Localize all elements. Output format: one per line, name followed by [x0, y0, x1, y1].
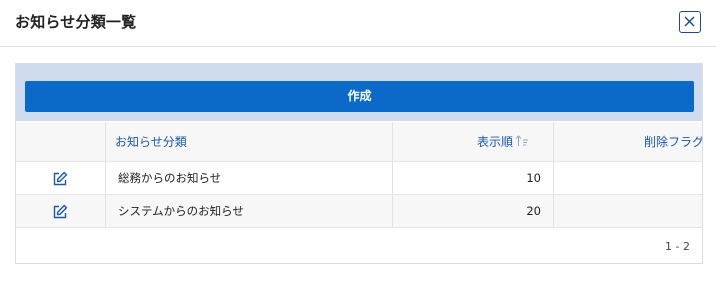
category-list-panel: 作成 お知らせ分類 表示順 削除フラグ 総務からのお知らせ 10 システムからの… [15, 63, 703, 264]
sort-ascending-icon [515, 135, 528, 146]
dialog-header: お知らせ分類一覧 [0, 0, 716, 47]
cell-delete-flag [554, 195, 702, 228]
column-divider [553, 122, 554, 228]
cell-delete-flag [554, 162, 702, 195]
edit-icon[interactable] [52, 204, 68, 220]
edit-icon[interactable] [52, 171, 68, 187]
cell-category: システムからのお知らせ [118, 204, 244, 218]
cell-order: 10 [526, 171, 541, 185]
table-row: システムからのお知らせ 20 [16, 195, 702, 228]
column-header-order-label: 表示順 [476, 135, 513, 149]
column-header-category[interactable]: お知らせ分類 [115, 122, 385, 162]
column-divider [105, 122, 106, 228]
table-header: お知らせ分類 表示順 削除フラグ [16, 122, 702, 162]
action-bar: 作成 [16, 64, 702, 121]
dialog-title: お知らせ分類一覧 [15, 13, 137, 31]
table-row: 総務からのお知らせ 10 [16, 162, 702, 195]
column-header-delete-flag[interactable]: 削除フラグ [554, 122, 702, 162]
column-divider [392, 122, 393, 228]
close-button[interactable] [679, 11, 701, 33]
pagination-range: 1 - 2 [665, 240, 690, 253]
close-icon [684, 16, 695, 27]
column-header-order[interactable]: 表示順 [393, 122, 533, 162]
create-button[interactable]: 作成 [25, 81, 694, 112]
cell-category: 総務からのお知らせ [118, 171, 222, 185]
header-edit-column [16, 122, 105, 162]
cell-order: 20 [526, 204, 541, 218]
category-table: お知らせ分類 表示順 削除フラグ 総務からのお知らせ 10 システムからのお知ら… [16, 122, 702, 230]
